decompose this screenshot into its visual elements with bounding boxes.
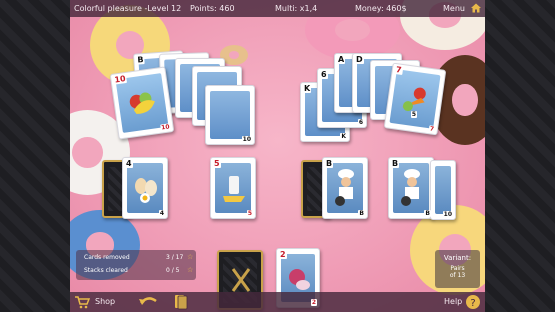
menu-button[interactable]: Menu: [443, 4, 465, 13]
card-row-5[interactable]: 5 5: [210, 157, 256, 219]
shop-button[interactable]: Shop: [95, 297, 115, 306]
star-icon: ☆: [187, 253, 194, 261]
money-display: Money: 460$: [355, 4, 407, 13]
cards-removed-value: 3 / 17: [166, 254, 184, 261]
card-row-b1[interactable]: B B: [322, 157, 368, 219]
svg-text:?: ?: [470, 298, 475, 309]
variant-value-line1: Pairs: [450, 265, 465, 272]
card-left-fan-top[interactable]: 10 10: [109, 66, 175, 140]
level-title: Colorful pleasure -Level 12: [74, 4, 182, 13]
card-row-b2[interactable]: B B: [388, 157, 434, 219]
card-rank: 6: [320, 70, 328, 79]
help-icon[interactable]: ?: [465, 294, 481, 310]
card-rank: B: [424, 210, 431, 217]
stacks-cleared-label: Stacks cleared: [84, 267, 128, 274]
stats-panel: Cards removed 3 / 17 ☆ Stacks cleared 0 …: [76, 250, 196, 280]
points-display: Points: 460: [190, 4, 235, 13]
eggs-icon: [135, 178, 157, 203]
card-rank: 2: [310, 299, 317, 306]
house-icon[interactable]: [470, 2, 482, 14]
help-button[interactable]: Help: [444, 297, 462, 306]
card-rank: 5: [213, 159, 221, 168]
card-row-4[interactable]: 4 4: [122, 157, 168, 219]
star-icon: ☆: [187, 266, 194, 274]
card-rank: K: [340, 133, 347, 140]
card-rank: 7: [428, 125, 436, 134]
card-rank: 7: [394, 64, 404, 75]
top-bar: Colorful pleasure -Level 12 Points: 460 …: [70, 0, 485, 17]
card-rank: 6: [357, 119, 364, 126]
card-rank: K: [303, 84, 312, 93]
undo-arrow-icon[interactable]: [138, 295, 158, 309]
card-rank: 10: [112, 73, 128, 85]
card-left-fan-10[interactable]: 10: [205, 85, 255, 145]
card-rank: 5: [246, 210, 253, 217]
fork-knife-icon: [231, 268, 251, 292]
chef-icon: [401, 169, 420, 206]
chef-icon: [335, 169, 354, 206]
variant-value-line2: of 13: [449, 272, 466, 279]
fruit-bowl-icon: [129, 92, 155, 114]
multiplier-display: Multi: x1,4: [275, 4, 318, 13]
card-right-fan-top[interactable]: 7 7: [383, 62, 447, 136]
card-rank: 4: [125, 159, 133, 168]
cards-removed-label: Cards removed: [84, 254, 130, 261]
bottom-bar: Shop Help ?: [70, 292, 485, 312]
card-rank: 10: [241, 136, 252, 143]
card-row-10[interactable]: 10: [430, 160, 456, 220]
right-decor-panel: [485, 0, 555, 312]
variant-label: Variant:: [443, 254, 472, 262]
card-rank: A: [337, 55, 346, 64]
card-rank: 5: [410, 111, 417, 118]
card-rank: 10: [442, 211, 453, 218]
onion-icon: [289, 269, 310, 290]
left-decor-panel: [0, 0, 70, 312]
card-rank: D: [355, 55, 364, 64]
stacks-cleared-value: 0 / 5: [166, 267, 180, 274]
card-rank: 10: [159, 123, 172, 132]
joker-card-icon[interactable]: [174, 294, 188, 310]
card-rank: 2: [279, 250, 287, 259]
milk-cheese-icon: [223, 176, 245, 202]
variant-panel: Variant: Pairs of 13: [435, 250, 480, 288]
card-rank: B: [358, 210, 365, 217]
card-rank: B: [325, 159, 334, 168]
cart-icon[interactable]: [74, 295, 90, 309]
card-rank: B: [136, 55, 145, 65]
card-rank: B: [391, 159, 400, 168]
card-rank: 4: [158, 210, 165, 217]
